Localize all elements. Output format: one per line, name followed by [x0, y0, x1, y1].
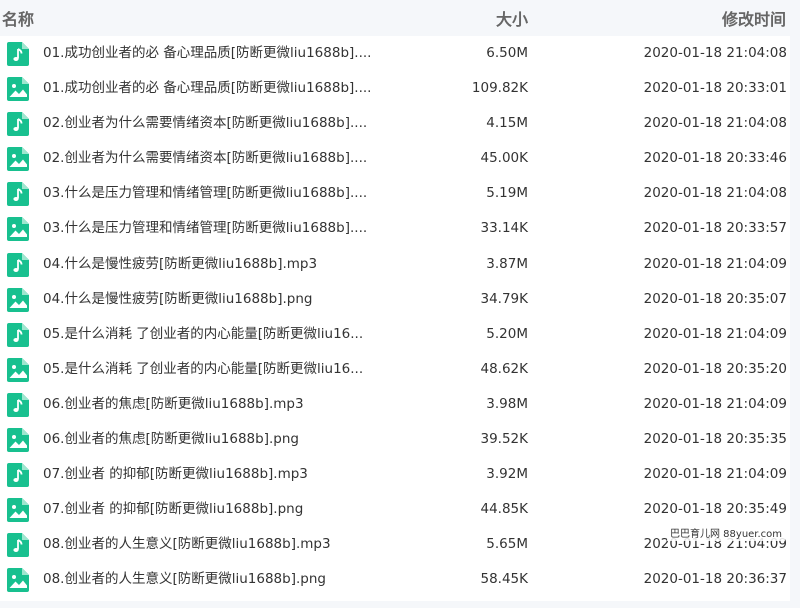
audio-file-icon — [6, 532, 30, 558]
file-size: 33.14K — [480, 220, 528, 237]
file-modified-time: 2020-01-18 20:35:49 — [643, 501, 787, 518]
file-row[interactable]: 03.什么是压力管理和情绪管理[防断更微liu1688b].... 33.14K 2… — [0, 211, 790, 247]
file-name[interactable]: 08.创业者的人生意义[防断更微liu1688b].png — [43, 562, 403, 597]
file-size: 3.92M — [486, 466, 528, 483]
file-row[interactable]: 01.成功创业者的必 备心理品质[防断更微liu1688b].... 109.82… — [0, 71, 790, 107]
file-modified-time: 2020-01-18 20:35:07 — [643, 290, 787, 307]
file-size: 39.52K — [480, 431, 528, 448]
file-size: 48.62K — [480, 360, 528, 377]
watermark: 巴巴育儿网 88yuer.com — [667, 524, 786, 541]
file-row[interactable]: 06.创业者的焦虑[防断更微liu1688b].mp3 3.98M 2020-01-… — [0, 386, 790, 423]
file-row[interactable]: 07.创业者 的抑郁[防断更微liu1688b].mp3 3.92M 2020-01… — [0, 457, 790, 493]
file-size: 58.45K — [480, 571, 528, 588]
file-modified-time: 2020-01-18 20:33:46 — [643, 150, 787, 167]
file-row[interactable]: 05.是什么消耗 了创业者的内心能量[防断更微liu16... 48.62K 202… — [0, 351, 790, 387]
file-name[interactable]: 03.什么是压力管理和情绪管理[防断更微liu1688b].... — [43, 176, 403, 211]
file-modified-time: 2020-01-18 21:04:08 — [643, 115, 787, 132]
image-file-icon — [6, 427, 30, 453]
file-modified-time: 2020-01-18 21:04:09 — [643, 466, 787, 483]
file-size: 6.50M — [486, 45, 528, 61]
file-row[interactable]: 08.创业者的人生意义[防断更微liu1688b].png 58.45K 2020-… — [0, 562, 790, 598]
image-file-icon — [6, 287, 30, 313]
file-row[interactable]: 07.创业者 的抑郁[防断更微liu1688b].png 44.85K 2020-0… — [0, 492, 790, 528]
file-name[interactable]: 01.成功创业者的必 备心理品质[防断更微liu1688b].... — [43, 36, 403, 71]
file-row[interactable]: 03.什么是压力管理和情绪管理[防断更微liu1688b].... 5.19M 20… — [0, 176, 790, 212]
file-name[interactable]: 05.是什么消耗 了创业者的内心能量[防断更微liu16... — [43, 352, 403, 387]
file-name[interactable]: 06.创业者的焦虑[防断更微liu1688b].mp3 — [43, 387, 403, 422]
file-modified-time: 2020-01-18 21:04:08 — [643, 185, 787, 202]
file-name[interactable]: 07.创业者 的抑郁[防断更微liu1688b].png — [43, 492, 403, 527]
file-modified-time: 2020-01-18 20:35:20 — [643, 360, 787, 377]
file-row[interactable]: 04.什么是慢性疲劳[防断更微liu1688b].mp3 3.87M 2020-01… — [0, 246, 790, 282]
audio-file-icon — [6, 322, 30, 348]
file-size: 3.87M — [486, 255, 528, 272]
file-rows: 01.成功创业者的必 备心理品质[防断更微liu1688b].... 6.50M 2… — [0, 36, 790, 598]
table-header: 名称 大小 修改时间 — [0, 0, 790, 36]
file-modified-time: 2020-01-18 21:04:09 — [643, 325, 787, 342]
file-size: 5.19M — [486, 185, 528, 202]
file-size: 44.85K — [480, 501, 528, 518]
file-list: 名称 大小 修改时间 01.成功创业者的必 备心理品质[防断更微liu1688b… — [0, 0, 790, 601]
file-modified-time: 2020-01-18 20:35:35 — [643, 431, 787, 448]
file-size: 3.98M — [486, 395, 528, 412]
file-size: 34.79K — [480, 290, 528, 307]
audio-file-icon — [6, 392, 30, 418]
file-name[interactable]: 04.什么是慢性疲劳[防断更微liu1688b].png — [43, 282, 403, 317]
file-name[interactable]: 06.创业者的焦虑[防断更微liu1688b].png — [43, 422, 403, 457]
file-row[interactable]: 06.创业者的焦虑[防断更微liu1688b].png 39.52K 2020-01… — [0, 422, 790, 458]
file-modified-time: 2020-01-18 20:33:01 — [643, 80, 787, 97]
file-modified-time: 2020-01-18 20:36:37 — [643, 571, 787, 588]
file-size: 45.00K — [480, 150, 528, 167]
file-name[interactable]: 07.创业者 的抑郁[防断更微liu1688b].mp3 — [43, 457, 403, 492]
file-name[interactable]: 08.创业者的人生意义[防断更微liu1688b].mp3 — [43, 527, 403, 562]
image-file-icon — [6, 357, 30, 383]
file-size: 109.82K — [471, 80, 528, 97]
image-file-icon — [6, 76, 30, 102]
audio-file-icon — [6, 111, 30, 137]
image-file-icon — [6, 146, 30, 172]
image-file-icon — [6, 497, 30, 523]
file-modified-time: 2020-01-18 21:04:09 — [643, 395, 787, 412]
file-modified-time: 2020-01-18 20:33:57 — [643, 220, 787, 237]
file-row[interactable]: 02.创业者为什么需要情绪资本[防断更微liu1688b].... 45.00K 2… — [0, 141, 790, 177]
file-name[interactable]: 05.是什么消耗 了创业者的内心能量[防断更微liu16... — [43, 317, 403, 352]
audio-file-icon — [6, 181, 30, 207]
file-name[interactable]: 03.什么是压力管理和情绪管理[防断更微liu1688b].... — [43, 211, 403, 246]
image-file-icon — [6, 216, 30, 242]
audio-file-icon — [6, 462, 30, 488]
audio-file-icon — [6, 252, 30, 278]
image-file-icon — [6, 567, 30, 593]
file-size: 5.65M — [486, 536, 528, 553]
file-modified-time: 2020-01-18 21:04:09 — [643, 255, 787, 272]
file-row[interactable]: 04.什么是慢性疲劳[防断更微liu1688b].png 34.79K 2020-0… — [0, 281, 790, 317]
file-name[interactable]: 04.什么是慢性疲劳[防断更微liu1688b].mp3 — [43, 247, 403, 282]
file-row[interactable]: 05.是什么消耗 了创业者的内心能量[防断更微liu16... 5.20M 2020… — [0, 316, 790, 352]
column-header-size[interactable]: 大小 — [496, 10, 528, 30]
file-name[interactable]: 01.成功创业者的必 备心理品质[防断更微liu1688b].... — [43, 71, 403, 106]
file-row[interactable]: 01.成功创业者的必 备心理品质[防断更微liu1688b].... 6.50M 2… — [0, 36, 790, 72]
file-size: 5.20M — [486, 325, 528, 342]
column-header-name[interactable]: 名称 — [2, 10, 34, 30]
file-modified-time: 2020-01-18 21:04:08 — [643, 45, 787, 61]
file-name[interactable]: 02.创业者为什么需要情绪资本[防断更微liu1688b].... — [43, 141, 403, 176]
column-header-modified[interactable]: 修改时间 — [722, 10, 786, 30]
file-name[interactable]: 02.创业者为什么需要情绪资本[防断更微liu1688b].... — [43, 106, 403, 141]
audio-file-icon — [6, 41, 30, 67]
file-row[interactable]: 02.创业者为什么需要情绪资本[防断更微liu1688b].... 4.15M 20… — [0, 106, 790, 142]
file-size: 4.15M — [486, 115, 528, 132]
